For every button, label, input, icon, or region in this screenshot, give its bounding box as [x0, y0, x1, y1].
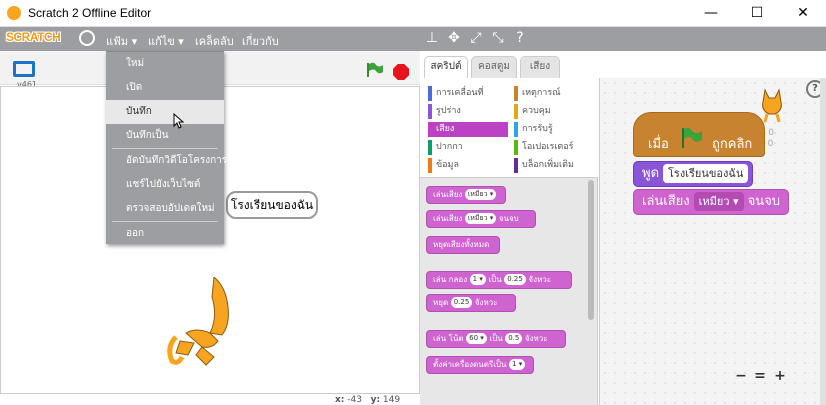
help-icon[interactable]: ? [512, 31, 528, 45]
category-pen[interactable]: ปากกา [428, 140, 508, 155]
mouse-cursor-icon [173, 113, 185, 129]
shrink-icon[interactable]: ⤡ [490, 31, 506, 45]
file-menu[interactable]: แฟ้ม ▾ [106, 32, 137, 50]
zoom-out-icon[interactable]: − [733, 368, 749, 384]
green-flag-icon[interactable] [366, 62, 384, 78]
cut-icon[interactable]: ✥ [446, 31, 462, 45]
menu-new[interactable]: ใหม่ [106, 52, 224, 76]
palette-scrollbar[interactable] [588, 180, 594, 320]
say-input[interactable]: โรงเรียนของฉัน [663, 164, 749, 183]
scratch-logo[interactable]: SCRATCH [6, 30, 64, 48]
block-play-sound-until-done[interactable]: เล่นเสียง เหมียว ▾ จนจบ [426, 210, 536, 228]
menu-quit[interactable]: ออก [106, 222, 224, 246]
speech-bubble: โรงเรียนของฉัน [226, 191, 318, 219]
category-list: การเคลื่อนที่ รูปร่าง เสียง ปากกา ข้อมูล… [420, 78, 598, 178]
green-flag-icon [682, 127, 702, 148]
category-sound[interactable]: เสียง [428, 122, 508, 137]
title-bar: Scratch 2 Offline Editor — ☐ ✕ [0, 0, 826, 27]
mouse-coords: x: -43 y: 149 [335, 395, 401, 405]
window-title: Scratch 2 Offline Editor [28, 6, 152, 20]
stop-icon[interactable] [393, 64, 409, 80]
globe-icon[interactable] [79, 30, 95, 46]
grow-icon[interactable]: ⤢ [468, 31, 484, 45]
stamp-icon[interactable]: ⊥ [424, 31, 440, 45]
tips-menu[interactable]: เคล็ดลับ [195, 32, 234, 50]
category-data[interactable]: ข้อมูล [428, 158, 508, 173]
block-stop-all-sounds[interactable]: หยุดเสียงทั้งหมด [426, 236, 500, 254]
category-more-blocks[interactable]: บล็อกเพิ่มเติม [514, 158, 594, 173]
presentation-mode-icon[interactable] [13, 61, 35, 77]
block-palette: การเคลื่อนที่ รูปร่าง เสียง ปากกา ข้อมูล… [420, 78, 598, 405]
block-play-note[interactable]: เล่น โน้ต 60 ▾ เป็น 0.5 จังหวะ [426, 330, 566, 348]
menu-record-video[interactable]: อัดบันทึกวิดีโอโครงการ [106, 149, 227, 173]
app-icon [7, 6, 21, 20]
maximize-button[interactable]: ☐ [734, 0, 780, 27]
file-dropdown: ใหม่ เปิด บันทึก บันทึกเป็น อัดบันทึกวิด… [106, 51, 227, 246]
menu-bar: SCRATCH แฟ้ม ▾ แก้ไข ▾ เคล็ดลับ เกี่ยวกั… [0, 27, 826, 51]
zoom-reset-icon[interactable]: = [752, 368, 768, 384]
category-motion[interactable]: การเคลื่อนที่ [428, 86, 508, 101]
tab-costumes[interactable]: คอสตูม [471, 56, 517, 78]
menu-save[interactable]: บันทึก [106, 100, 224, 124]
edit-menu[interactable]: แก้ไข ▾ [148, 32, 184, 50]
zoom-in-icon[interactable]: + [772, 368, 788, 384]
script-scrollbar[interactable] [820, 78, 826, 405]
category-operators[interactable]: โอเปอเรเตอร์ [514, 140, 594, 155]
category-looks[interactable]: รูปร่าง [428, 104, 508, 119]
about-menu[interactable]: เกี่ยวกับ [242, 32, 279, 50]
block-play-sound[interactable]: เล่นเสียง เหมียว ▾ [426, 186, 506, 204]
menu-open[interactable]: เปิด [106, 76, 224, 100]
minimize-button[interactable]: — [688, 0, 734, 27]
block-rest[interactable]: หยุด 0.25 จังหวะ [426, 294, 516, 312]
block-play-sound-until-done[interactable]: เล่นเสียง เหมียว ▾ จนจบ [633, 189, 789, 215]
menu-save-as[interactable]: บันทึกเป็น [106, 124, 224, 148]
cat-sprite[interactable] [166, 277, 246, 367]
block-say[interactable]: พูด โรงเรียนของฉัน [633, 161, 753, 187]
category-control[interactable]: ควบคุม [514, 104, 594, 119]
block-set-instrument[interactable]: ตั้งค่าเครื่องดนตรีเป็น 1 ▾ [426, 356, 534, 374]
sound-dropdown[interactable]: เหมียว ▾ [693, 192, 744, 211]
category-events[interactable]: เหตุการณ์ [514, 86, 594, 101]
category-sensing[interactable]: การรับรู้ [514, 122, 594, 137]
close-button[interactable]: ✕ [780, 0, 826, 27]
tab-scripts[interactable]: สคริปต์ [424, 56, 468, 79]
block-play-drum[interactable]: เล่น กลอง 1 ▾ เป็น 0.25 จังหวะ [426, 271, 572, 289]
menu-check-updates[interactable]: ตรวจสอบอัปเดตใหม่ [106, 197, 224, 221]
tab-sounds[interactable]: เสียง [520, 56, 560, 78]
editor-tabs: สคริปต์ คอสตูม เสียง [420, 51, 826, 79]
menu-share[interactable]: แชร์ไปยังเว็บไซต์ [106, 173, 224, 197]
block-when-flag-clicked[interactable]: เมื่อ ถูกคลิก [633, 112, 765, 157]
